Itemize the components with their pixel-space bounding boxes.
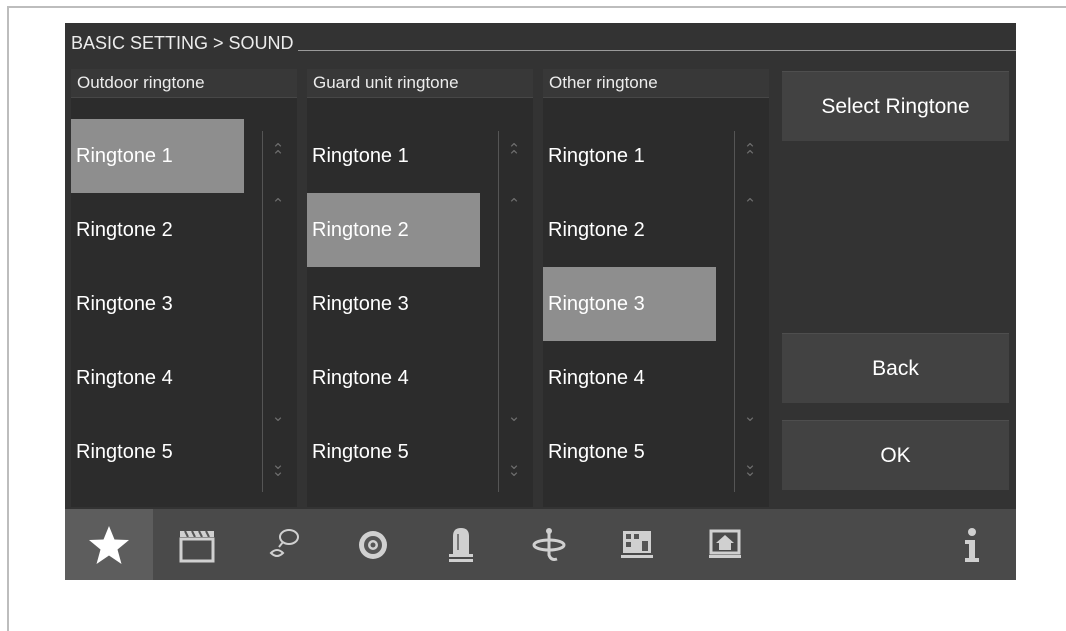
ringtone-item-4[interactable]: Ringtone 4 [543,341,716,415]
ringtone-item-3[interactable]: Ringtone 3 [307,267,480,341]
building-icon [621,530,653,558]
ok-button[interactable]: OK [782,420,1009,490]
page-title: BASIC SETTING > SOUND [71,33,294,53]
other-ringtone-panel: Other ringtone Ringtone 1 Ringtone 2 Rin… [543,69,769,507]
title-divider [297,50,1016,51]
double-chevron-down-icon[interactable]: ⌄ ⌄ [506,457,522,479]
chevron-down-icon[interactable]: ⌄ [270,409,286,425]
bottom-navbar [65,509,1016,580]
chevron-up-icon[interactable]: ⌃ [506,197,522,213]
outdoor-ringtone-panel: Outdoor ringtone Ringtone 1 Ringtone 2 R… [71,69,297,507]
chevron-up-icon[interactable]: ⌃ [270,197,286,213]
title-bar: BASIC SETTING > SOUND [71,32,1016,54]
nav-home[interactable] [681,509,769,580]
device-screen: BASIC SETTING > SOUND Outdoor ringtone R… [65,23,1016,580]
scrollbar[interactable] [734,131,735,492]
info-icon [965,527,979,562]
double-chevron-up-icon[interactable]: ⌃ ⌃ [506,142,522,164]
nav-info[interactable] [927,509,1015,580]
double-chevron-up-icon[interactable]: ⌃ ⌃ [270,142,286,164]
ringtone-item-3[interactable]: Ringtone 3 [543,267,716,341]
nav-building[interactable] [593,509,681,580]
guard-unit-ringtone-panel: Guard unit ringtone Ringtone 1 Ringtone … [307,69,533,507]
nav-connection[interactable] [505,509,593,580]
ringtone-item-4[interactable]: Ringtone 4 [71,341,244,415]
select-ringtone-button[interactable]: Select Ringtone [782,71,1009,141]
star-icon [89,525,129,564]
satellite-dish-icon [532,527,566,561]
ringtone-item-5[interactable]: Ringtone 5 [71,415,244,489]
panel-heading: Outdoor ringtone [71,69,297,98]
nav-favorites[interactable] [65,509,153,580]
scrollbar[interactable] [262,131,263,492]
alarm-light-icon [449,527,473,562]
speech-bubble-icon [269,528,299,557]
ringtone-item-2[interactable]: Ringtone 2 [71,193,244,267]
nav-alarm[interactable] [417,509,505,580]
chevron-down-icon[interactable]: ⌄ [506,409,522,425]
clapperboard-icon [179,530,215,562]
ringtone-item-3[interactable]: Ringtone 3 [71,267,244,341]
scrollbar[interactable] [498,131,499,492]
double-chevron-up-icon[interactable]: ⌃ ⌃ [742,142,758,164]
ringtone-item-2[interactable]: Ringtone 2 [307,193,480,267]
panel-heading: Guard unit ringtone [307,69,533,98]
panel-heading: Other ringtone [543,69,769,98]
nav-camera[interactable] [329,509,417,580]
chevron-down-icon[interactable]: ⌄ [742,409,758,425]
ringtone-item-5[interactable]: Ringtone 5 [307,415,480,489]
ringtone-item-1[interactable]: Ringtone 1 [71,119,244,193]
nav-messages[interactable] [241,509,329,580]
camera-lens-icon [359,530,387,559]
ringtone-item-2[interactable]: Ringtone 2 [543,193,716,267]
home-icon [709,529,741,558]
double-chevron-down-icon[interactable]: ⌄ ⌄ [742,457,758,479]
ringtone-item-4[interactable]: Ringtone 4 [307,341,480,415]
ringtone-item-1[interactable]: Ringtone 1 [307,119,480,193]
chevron-up-icon[interactable]: ⌃ [742,197,758,213]
double-chevron-down-icon[interactable]: ⌄ ⌄ [270,457,286,479]
ringtone-item-1[interactable]: Ringtone 1 [543,119,716,193]
back-button[interactable]: Back [782,333,1009,403]
nav-recordings[interactable] [153,509,241,580]
ringtone-item-5[interactable]: Ringtone 5 [543,415,716,489]
